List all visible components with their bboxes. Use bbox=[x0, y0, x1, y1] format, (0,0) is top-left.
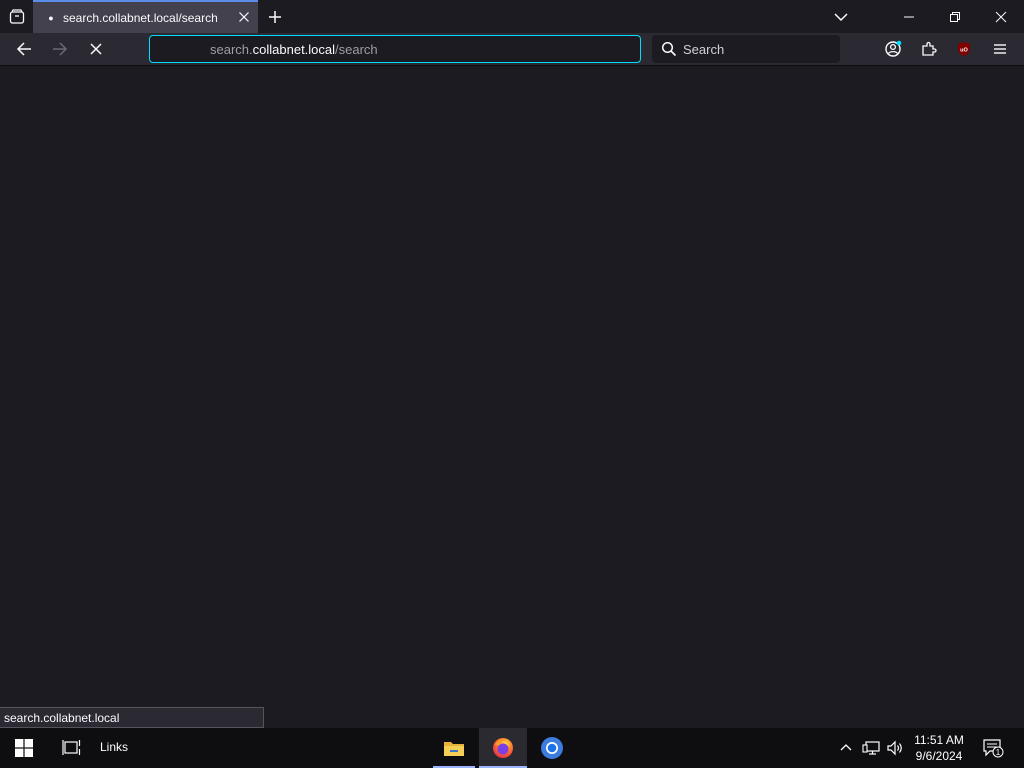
action-center-button[interactable]: 1 bbox=[978, 728, 1008, 768]
tab-close-button[interactable] bbox=[236, 9, 252, 25]
close-icon bbox=[995, 11, 1007, 22]
dot-icon: ● bbox=[48, 12, 54, 23]
notification-count: 1 bbox=[996, 748, 1001, 757]
search-icon bbox=[661, 41, 677, 57]
tab-strip: ● search.collabnet.local/search bbox=[0, 0, 1024, 33]
file-explorer-button[interactable] bbox=[434, 728, 474, 768]
stop-button[interactable] bbox=[80, 33, 112, 65]
network-icon bbox=[862, 741, 880, 755]
minimize-button[interactable] bbox=[886, 0, 932, 33]
ublock-button[interactable]: uO bbox=[948, 33, 980, 65]
firefox-view-button[interactable] bbox=[0, 0, 33, 33]
minimize-icon bbox=[904, 16, 914, 17]
clock-time: 11:51 AM bbox=[914, 733, 964, 747]
arrow-left-icon bbox=[16, 42, 31, 56]
restore-icon bbox=[950, 11, 960, 22]
account-icon bbox=[885, 40, 902, 57]
firefox-icon bbox=[493, 738, 513, 758]
plus-icon bbox=[269, 10, 281, 23]
folder-icon bbox=[444, 742, 464, 756]
page-content bbox=[0, 66, 1024, 728]
search-placeholder: Search bbox=[683, 41, 725, 57]
speaker-icon bbox=[887, 740, 902, 756]
windows-logo-icon bbox=[15, 739, 33, 757]
back-button[interactable] bbox=[8, 33, 40, 65]
arrow-right-icon bbox=[53, 42, 68, 56]
close-icon bbox=[239, 12, 249, 22]
extensions-button[interactable] bbox=[913, 33, 945, 65]
url-host: collabnet.local bbox=[252, 42, 336, 57]
navigation-toolbar: search.collabnet.local/search Search uO bbox=[0, 33, 1024, 66]
network-button[interactable] bbox=[860, 728, 882, 768]
stop-icon bbox=[90, 43, 102, 55]
search-input[interactable]: Search bbox=[652, 35, 840, 63]
chevron-up-icon bbox=[840, 744, 852, 751]
ublock-icon: uO bbox=[958, 42, 970, 56]
url-text: search.collabnet.local/search bbox=[210, 42, 378, 57]
clock[interactable]: 11:51 AM 9/6/2024 bbox=[904, 732, 974, 764]
tab-title: search.collabnet.local/search bbox=[63, 10, 218, 25]
svg-text:uO: uO bbox=[960, 48, 968, 54]
chrome-icon bbox=[541, 737, 563, 759]
url-path: /search bbox=[335, 42, 378, 57]
volume-button[interactable] bbox=[884, 728, 906, 768]
firefox-taskbar-button[interactable] bbox=[479, 728, 527, 768]
task-view-icon bbox=[62, 740, 81, 755]
forward-button[interactable] bbox=[44, 33, 76, 65]
chevron-down-icon bbox=[834, 12, 848, 21]
puzzle-icon bbox=[922, 41, 937, 56]
chrome-taskbar-button[interactable] bbox=[528, 728, 576, 768]
start-button[interactable] bbox=[0, 728, 48, 768]
restore-button[interactable] bbox=[932, 0, 978, 33]
url-bar[interactable]: search.collabnet.local/search bbox=[149, 35, 641, 63]
menu-button[interactable] bbox=[984, 33, 1016, 65]
taskbar: Links 11:51 AM 9/6/2024 1 bbox=[0, 728, 1024, 768]
task-view-button[interactable] bbox=[48, 728, 96, 768]
new-tab-button[interactable] bbox=[259, 0, 291, 33]
hamburger-menu-icon bbox=[994, 44, 1006, 54]
show-hidden-icons-button[interactable] bbox=[836, 728, 856, 768]
firefox-view-icon bbox=[9, 8, 24, 24]
account-button[interactable] bbox=[877, 33, 909, 65]
list-all-tabs-button[interactable] bbox=[825, 0, 857, 33]
url-prefix: search. bbox=[210, 42, 253, 57]
links-toolbar[interactable]: Links bbox=[100, 740, 128, 754]
close-window-button[interactable] bbox=[978, 0, 1024, 33]
notification-icon: 1 bbox=[983, 739, 1004, 758]
clock-date: 9/6/2024 bbox=[915, 749, 963, 763]
tab-active[interactable]: ● search.collabnet.local/search bbox=[33, 0, 258, 33]
status-panel: search.collabnet.local bbox=[0, 707, 264, 728]
